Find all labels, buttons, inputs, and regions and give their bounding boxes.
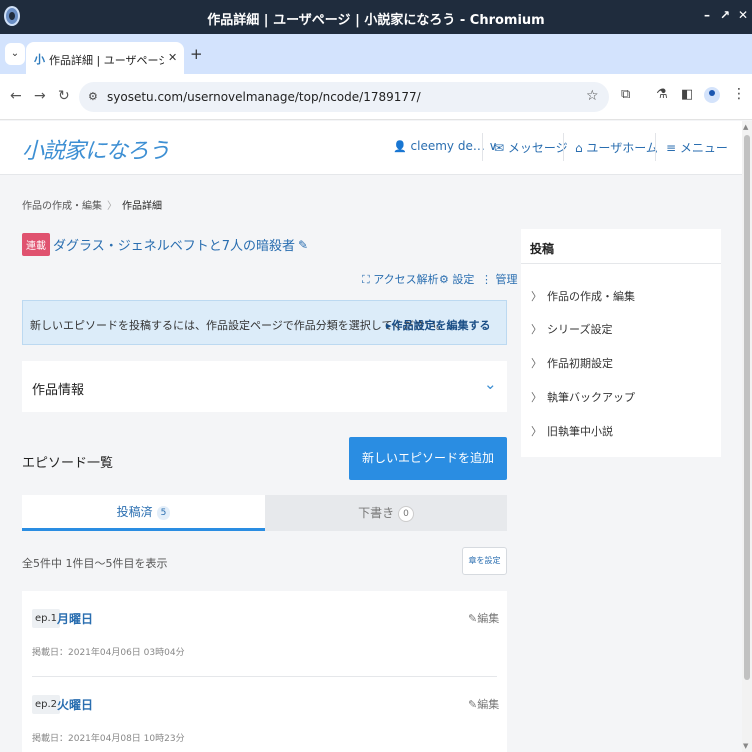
novel-title-row: 連載 ダグラス・ジェネルベフトと7人の暗殺者 ✎ [22, 233, 308, 256]
back-icon[interactable]: ← [10, 88, 22, 104]
address-bar[interactable]: ⚙ syosetu.com/usernovelmanage/top/ncode/… [79, 82, 609, 112]
breadcrumb-separator-icon: 〉 [107, 201, 117, 212]
sidebar-item-label: 執筆バックアップ [547, 391, 635, 404]
site-header: 小説家になろう 👤 cleemy de… ∨ ✉ メッセージ ⌂ ユーザホーム … [0, 121, 742, 175]
header-divider [655, 133, 656, 161]
page-scrollbar[interactable]: ▲ ▼ [742, 121, 752, 752]
sidebar-item-label: シリーズ設定 [547, 323, 613, 336]
forward-icon[interactable]: → [34, 88, 46, 104]
sidebar-heading: 投稿 [521, 229, 721, 264]
tab-title: 作品詳細 | ユーザページ | 小 [49, 54, 164, 67]
episode-list-heading: エピソード一覧 [22, 456, 114, 471]
extensions-icon[interactable]: ⧉ [621, 87, 630, 102]
user-home-link[interactable]: ⌂ ユーザホーム [575, 139, 658, 156]
chevron-right-icon: 〉 [531, 425, 542, 438]
maximize-button[interactable]: ↗ [720, 8, 730, 22]
tab-drafts-label: 下書き [358, 506, 395, 520]
sidebar-item-old-drafts[interactable]: 〉旧執筆中小説 [531, 423, 613, 439]
close-window-button[interactable]: ✕ [738, 8, 748, 22]
notice-box: 新しいエピソードを投稿するには、作品設定ページで作品分類を選択してください。 ▸… [22, 300, 507, 345]
chevron-right-icon: 〉 [531, 357, 542, 370]
chevron-right-icon: 〉 [531, 290, 542, 303]
window-title: 作品詳細 | ユーザページ | 小説家になろう - Chromium [207, 13, 545, 28]
novel-info-accordion[interactable]: 作品情報 ⌄ [22, 361, 507, 412]
edit-episode-link[interactable]: ✎編集 [468, 696, 499, 712]
serial-badge: 連載 [22, 233, 50, 256]
messages-link[interactable]: ✉ メッセージ [494, 139, 568, 156]
sidebar-item-label: 作品の作成・編集 [547, 290, 635, 303]
url-text[interactable]: syosetu.com/usernovelmanage/top/ncode/17… [107, 90, 421, 104]
sidebar-item-defaults[interactable]: 〉作品初期設定 [531, 355, 613, 371]
episode-date: 掲載日：2021年04月06日 03時04分 [32, 648, 185, 658]
published-count-badge: 5 [156, 505, 171, 520]
pencil-icon[interactable]: ✎ [298, 238, 308, 252]
tab-strip: ⌄ 小 作品詳細 | ユーザページ | 小 ✕ + [0, 34, 752, 74]
page-content: 小説家になろう 👤 cleemy de… ∨ ✉ メッセージ ⌂ ユーザホーム … [0, 121, 742, 752]
breadcrumb: 作品の作成・編集〉作品詳細 [22, 197, 162, 212]
tab-search-button[interactable]: ⌄ [5, 43, 25, 65]
settings-link[interactable]: ⚙ 設定 [439, 271, 474, 287]
user-name: cleemy de… ∨ [410, 139, 498, 153]
set-chapter-button[interactable]: 章を設定 [462, 547, 507, 575]
episode-number: ep.2 [32, 695, 61, 714]
favicon-icon: 小 [34, 53, 45, 66]
episode-title-link[interactable]: 火曜日 [57, 696, 93, 713]
profile-avatar-icon[interactable] [704, 87, 720, 103]
tab-published-label: 投稿済 [116, 505, 153, 519]
reload-icon[interactable]: ↻ [58, 88, 70, 104]
chevron-right-icon: 〉 [531, 391, 542, 404]
minimize-button[interactable]: – [704, 8, 710, 22]
chevron-right-icon: 〉 [531, 323, 542, 336]
sidebar-post-menu: 投稿 〉作品の作成・編集 〉シリーズ設定 〉作品初期設定 〉執筆バックアップ 〉… [521, 229, 721, 457]
scroll-up-arrow-icon[interactable]: ▲ [743, 123, 748, 131]
header-divider [482, 133, 483, 161]
sidebar-heading-label: 投稿 [530, 242, 555, 256]
draft-count-badge: 0 [398, 505, 414, 522]
browser-toolbar: ← → ↻ ⚙ syosetu.com/usernovelmanage/top/… [0, 74, 752, 120]
header-divider [563, 133, 564, 161]
site-logo[interactable]: 小説家になろう [22, 133, 170, 165]
side-panel-icon[interactable]: ◧ [681, 87, 693, 102]
tab-drafts[interactable]: 下書き 0 [265, 495, 507, 531]
browser-menu-icon[interactable]: ⋮ [732, 86, 746, 102]
sidebar-item-label: 旧執筆中小説 [547, 425, 613, 438]
sidebar-item-label: 作品初期設定 [547, 357, 613, 370]
episode-list: ep.1 月曜日 ✎編集 掲載日：2021年04月06日 03時04分 ep.2… [22, 591, 507, 752]
window-titlebar: 作品詳細 | ユーザページ | 小説家になろう - Chromium – ↗ ✕ [0, 0, 752, 34]
novel-title[interactable]: ダグラス・ジェネルベフトと7人の暗殺者 [53, 239, 295, 254]
breadcrumb-parent-link[interactable]: 作品の作成・編集 [22, 201, 102, 212]
notice-text: 新しいエピソードを投稿するには、作品設定ページで作品分類を選択してください。 [30, 319, 448, 332]
list-item: ep.2 火曜日 ✎編集 掲載日：2021年04月08日 10時23分 [32, 677, 499, 752]
sidebar-item-backup[interactable]: 〉執筆バックアップ [531, 389, 635, 405]
sidebar-item-create-edit[interactable]: 〉作品の作成・編集 [531, 288, 635, 304]
episode-number: ep.1 [32, 609, 61, 628]
result-range-text: 全5件中 1件目〜5件目を表示 [22, 557, 168, 570]
browser-tab[interactable]: 小 作品詳細 | ユーザページ | 小 ✕ [26, 42, 184, 74]
list-item: ep.1 月曜日 ✎編集 掲載日：2021年04月06日 03時04分 [32, 591, 499, 677]
labs-flask-icon[interactable]: ⚗ [656, 87, 668, 102]
edit-novel-settings-link[interactable]: ▸作品設定を編集する [386, 317, 491, 333]
site-menu-link[interactable]: ≡ メニュー [666, 139, 728, 156]
novel-info-label: 作品情報 [32, 383, 85, 398]
scroll-down-arrow-icon[interactable]: ▼ [743, 742, 748, 750]
episode-date: 掲載日：2021年04月08日 10時23分 [32, 734, 185, 744]
add-episode-button[interactable]: 新しいエピソードを追加 [349, 437, 507, 480]
tab-published[interactable]: 投稿済 5 [22, 495, 265, 531]
tab-close-icon[interactable]: ✕ [168, 51, 177, 64]
bookmark-star-icon[interactable]: ☆ [586, 88, 599, 104]
site-info-icon[interactable]: ⚙ [88, 90, 98, 103]
new-tab-button[interactable]: + [190, 45, 203, 63]
access-analytics-link[interactable]: ⛶ アクセス解析 [362, 271, 439, 287]
scrollbar-thumb[interactable] [744, 135, 750, 680]
sidebar-item-series[interactable]: 〉シリーズ設定 [531, 321, 612, 337]
chevron-down-icon: ⌄ [484, 375, 497, 393]
manage-link[interactable]: ⋮ 管理 [481, 271, 518, 287]
edit-episode-link[interactable]: ✎編集 [468, 610, 499, 626]
episode-title-link[interactable]: 月曜日 [57, 610, 93, 627]
breadcrumb-current: 作品詳細 [122, 201, 162, 212]
